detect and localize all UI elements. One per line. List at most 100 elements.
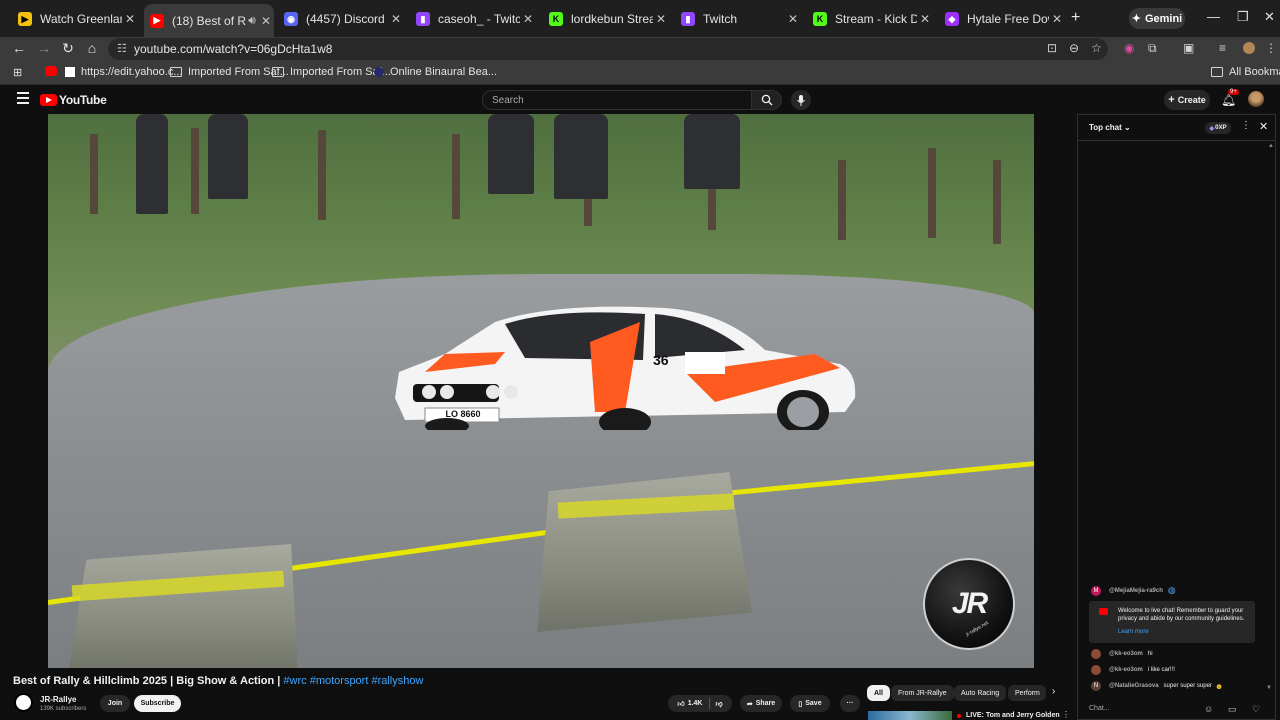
bookmark-youtube[interactable] (45, 66, 63, 76)
emoji-icon[interactable]: ☺ (1204, 704, 1213, 714)
profile-avatar[interactable] (1243, 42, 1255, 54)
browser-tab-active[interactable]: ▶ (18) Best of Rally & 🔊︎ ✕ (144, 4, 274, 37)
bookmark-star-icon[interactable]: ☆ (1091, 41, 1102, 55)
extensions-icon[interactable]: ⧉ (1148, 41, 1157, 56)
chat-input[interactable]: Chat... (1089, 705, 1110, 712)
browser-tab[interactable]: ◉ (4457) Discord | # ✕ (278, 7, 404, 31)
address-bar[interactable]: ☷ youtube.com/watch?v=06gDcHta1w8 (108, 38, 1108, 60)
minimize-icon[interactable]: — (1207, 9, 1220, 24)
chat-avatar[interactable] (1091, 649, 1101, 659)
zoom-icon[interactable]: ⊖ (1069, 41, 1079, 55)
close-icon[interactable]: ✕ (785, 12, 801, 26)
chip-auto-racing[interactable]: Auto Racing (954, 685, 1007, 701)
chat-avatar[interactable] (1091, 665, 1101, 675)
all-bookmarks[interactable]: All Bookmarks (1211, 66, 1280, 78)
scroll-up-icon[interactable]: ▲ (1268, 143, 1274, 149)
bookmark-binaural[interactable]: Online Binaural Bea... (374, 66, 497, 78)
thumbs-down-icon[interactable]: 👎︎ (716, 699, 723, 708)
extension-color-icon[interactable]: ◉ (1124, 41, 1134, 55)
chat-mode-label: Top chat (1089, 123, 1122, 132)
video-player[interactable]: 36 LO 8660 JR jr-rallye.net (48, 114, 1034, 668)
heart-icon[interactable]: ♡ (1252, 704, 1260, 715)
gemini-button[interactable]: ✦ Gemini (1129, 8, 1185, 29)
close-icon[interactable]: ✕ (520, 12, 536, 26)
chip-all[interactable]: All (867, 685, 890, 701)
xp-badge[interactable]: ◆ 0XP (1205, 122, 1231, 134)
account-avatar[interactable] (1248, 91, 1264, 107)
youtube-masthead: YouTube Search + Create 🔔︎ 9+ (0, 86, 1280, 114)
youtube-icon (1099, 608, 1108, 615)
share-button[interactable]: ➦ Share (740, 695, 782, 712)
channel-watermark[interactable]: JR jr-rallye.net (923, 558, 1015, 650)
speaker-icon[interactable]: 🔊︎ (246, 13, 258, 28)
chat-text: super super super (1163, 683, 1212, 689)
youtube-logo[interactable]: YouTube (40, 93, 107, 107)
chat-author[interactable]: @kk-eo3om (1109, 651, 1143, 657)
home-icon[interactable]: ⌂ (83, 40, 101, 56)
search-input[interactable]: Search (482, 90, 752, 110)
notifications-bell-icon[interactable]: 🔔︎ (1221, 93, 1236, 107)
site-info-icon[interactable]: ☷ (117, 42, 127, 55)
close-icon[interactable]: ✕ (653, 12, 669, 26)
like-button[interactable]: 👍︎ 1.4K (677, 699, 702, 708)
chat-message: M @MejiaMejia-ra9ch ◍ (1091, 585, 1176, 596)
reload-icon[interactable]: ↻ (59, 40, 77, 57)
install-icon[interactable]: ⊡ (1047, 41, 1057, 55)
window-close-icon[interactable]: ✕ (1264, 9, 1275, 25)
forward-icon[interactable]: → (35, 40, 53, 56)
chat-author[interactable]: @kk-eo3om (1109, 667, 1143, 673)
browser-tab[interactable]: K Stream - Kick Dashboa ✕ (807, 7, 933, 31)
search-button[interactable] (752, 90, 782, 110)
chip-performance[interactable]: Perform (1008, 685, 1046, 701)
save-button[interactable]: ▯ Save (790, 695, 830, 712)
chat-avatar[interactable]: N (1091, 681, 1101, 691)
media-icon[interactable]: ≡ (1219, 41, 1226, 55)
new-tab-button[interactable]: + (1071, 9, 1080, 27)
apps-icon[interactable]: ⊞ (13, 66, 22, 79)
chat-mode-selector[interactable]: Top chat ⌄ (1089, 123, 1131, 132)
chat-close-icon[interactable]: ✕ (1259, 120, 1268, 133)
close-icon[interactable]: ✕ (388, 12, 404, 26)
browser-tab[interactable]: ◆ Hytale Free Download ✕ (939, 7, 1065, 31)
close-icon[interactable]: ✕ (917, 12, 933, 26)
menu-dots-icon[interactable]: ⋮ (1265, 41, 1277, 55)
sidepanel-icon[interactable]: ▣ (1183, 41, 1194, 55)
live-dot-icon (957, 714, 961, 718)
video-hashtags[interactable]: #wrc #motorsport #rallyshow (283, 675, 423, 687)
restore-icon[interactable]: ❐ (1237, 9, 1249, 25)
chat-more-icon[interactable]: ⋮ (1241, 120, 1251, 131)
channel-avatar[interactable] (14, 693, 33, 712)
close-icon[interactable]: ✕ (258, 14, 274, 28)
play-circle-icon: ▶ (18, 12, 32, 26)
voice-search-button[interactable] (791, 90, 811, 110)
browser-tab[interactable]: ▶ Watch Greenland 2: Mig ✕ (12, 7, 138, 31)
browser-tab[interactable]: ▮ Twitch ✕ (675, 7, 801, 31)
back-icon[interactable]: ← (10, 40, 28, 56)
browser-tab[interactable]: ▮ caseoh_ - Twitch ✕ (410, 7, 536, 31)
learn-more-link[interactable]: Learn more (1118, 629, 1149, 635)
recommendation-thumbnail[interactable] (868, 711, 952, 720)
more-actions-button[interactable]: ··· (840, 695, 860, 712)
browser-tab[interactable]: K lordkebun Stream - Wa ✕ (543, 7, 669, 31)
scroll-down-icon[interactable]: ▼ (1266, 685, 1272, 691)
bookmark-yahoo[interactable]: https://edit.yahoo.c... (65, 66, 183, 78)
share-label: Share (755, 700, 776, 707)
create-button[interactable]: + Create (1164, 90, 1210, 110)
avatar-letter: M (1093, 587, 1099, 594)
subscribe-button[interactable]: Subscribe (134, 695, 181, 712)
join-button[interactable]: Join (100, 695, 130, 712)
chat-author[interactable]: @MejiaMejia-ra9ch (1109, 588, 1163, 594)
super-chat-icon[interactable]: ▭ (1228, 704, 1237, 715)
chat-avatar[interactable]: M (1091, 585, 1101, 596)
recommendation-title[interactable]: LIVE: Tom and Jerry Golden (966, 712, 1060, 719)
close-icon[interactable]: ✕ (122, 12, 138, 26)
chat-author[interactable]: @NatalieGrasova (1109, 683, 1159, 689)
recommendation-menu-icon[interactable]: ⋮ (1062, 710, 1070, 719)
hamburger-menu-icon[interactable] (17, 92, 29, 107)
youtube-play-icon (40, 94, 57, 106)
youtube-icon (45, 66, 57, 76)
chip-from-channel[interactable]: From JR-Rallye (891, 685, 954, 701)
chevron-right-icon[interactable]: › (1052, 686, 1055, 697)
close-icon[interactable]: ✕ (1049, 12, 1065, 26)
channel-name[interactable]: JR-Rallye (40, 695, 76, 704)
